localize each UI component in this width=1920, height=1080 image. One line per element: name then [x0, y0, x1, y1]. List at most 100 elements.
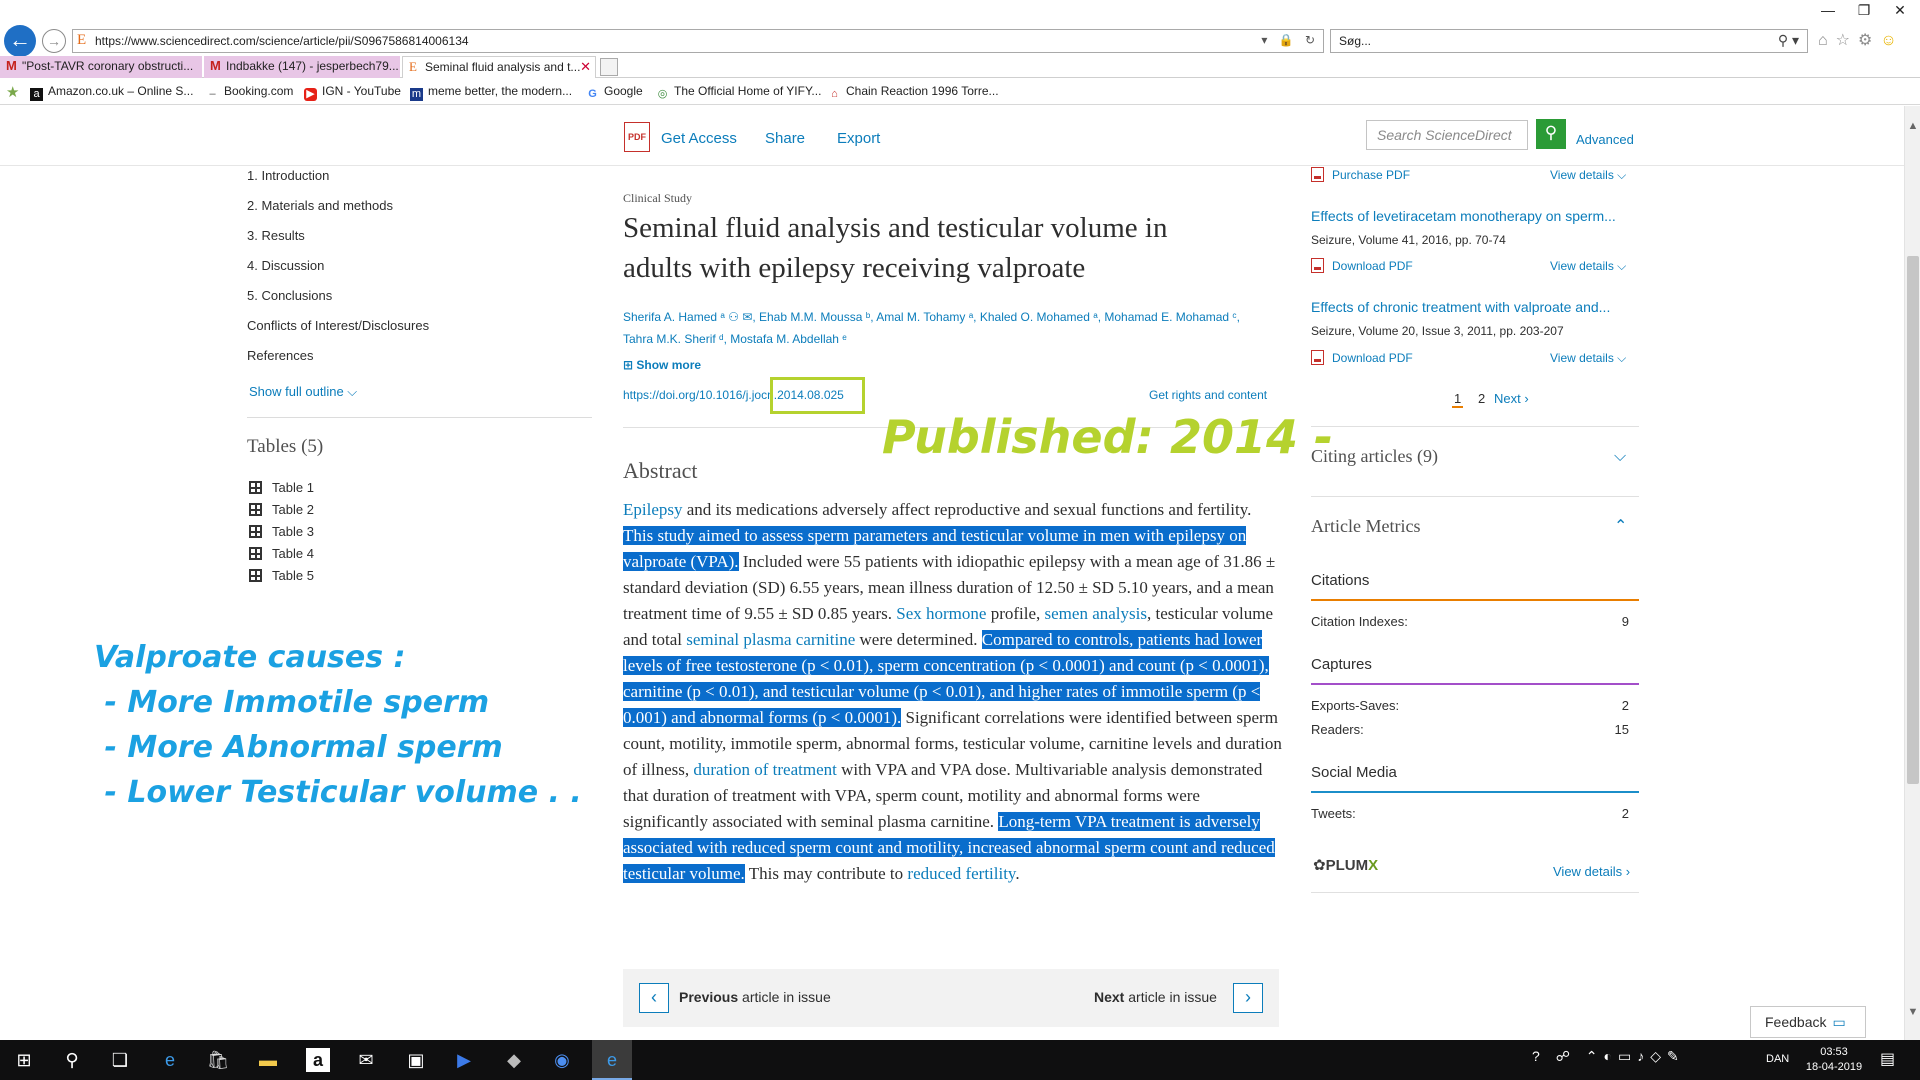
vertical-scrollbar[interactable]: ▲ ▼ — [1904, 106, 1920, 1040]
url-actions-icons[interactable]: ▾ 🔒 ↻ — [1261, 33, 1319, 47]
photos-icon[interactable]: ▣ — [404, 1048, 428, 1072]
favorite-google[interactable]: G Google — [586, 84, 642, 101]
favorite-chain-reaction[interactable]: ⌂ Chain Reaction 1996 Torre... — [828, 84, 998, 101]
outline-discussion[interactable]: 4. Discussion — [247, 258, 324, 273]
task-view-icon[interactable]: ❏ — [108, 1048, 132, 1072]
show-more-link[interactable]: ⊞ Show more — [623, 358, 701, 372]
view-details-link[interactable]: View details ⌵ — [1550, 259, 1626, 274]
mail-icon[interactable]: ✉ — [354, 1048, 378, 1072]
sex-hormone-link[interactable]: Sex hormone — [896, 604, 986, 623]
outline-results[interactable]: 3. Results — [247, 228, 305, 243]
epilepsy-link[interactable]: Epilepsy — [623, 500, 683, 519]
authors-line-1[interactable]: Sherifa A. Hamed ᵃ ⚇ ✉, Ehab M.M. Moussa… — [623, 306, 1283, 328]
outline-conclusions[interactable]: 5. Conclusions — [247, 288, 332, 303]
previous-article-label[interactable]: Previous article in issue — [679, 989, 831, 1005]
people-icon[interactable]: ☍ — [1556, 1048, 1576, 1064]
search-icon[interactable]: ⚲ — [60, 1048, 84, 1072]
search-sciencedirect-input[interactable]: Search ScienceDirect — [1366, 120, 1528, 150]
pdf-icon[interactable]: PDF — [624, 122, 650, 152]
battery-icon[interactable]: ▭ — [1618, 1048, 1637, 1064]
show-full-outline-link[interactable]: Show full outline ⌵ — [249, 384, 357, 400]
favorite-booking[interactable]: – Booking.com — [206, 84, 293, 101]
network-icon[interactable]: ◐ — [1604, 1048, 1618, 1064]
new-tab-button[interactable] — [600, 58, 618, 76]
table-link-4[interactable]: Table 4 — [249, 546, 314, 561]
chevron-up-icon[interactable]: ⌃ — [1614, 516, 1627, 536]
table-link-5[interactable]: Table 5 — [249, 568, 314, 583]
next-article-button[interactable]: › — [1233, 983, 1263, 1013]
add-favorite-icon[interactable]: ★ — [6, 83, 19, 101]
close-tab-icon[interactable]: ✕ — [580, 59, 591, 75]
previous-article-button[interactable]: ‹ — [639, 983, 669, 1013]
recommended-article-title[interactable]: Effects of levetiracetam monotherapy on … — [1311, 208, 1616, 224]
plumx-view-details-link[interactable]: View details › — [1553, 864, 1630, 879]
internet-explorer-icon[interactable]: e — [600, 1048, 624, 1072]
minimize-icon[interactable]: — — [1810, 2, 1846, 18]
app-icon[interactable]: ◆ — [502, 1048, 526, 1072]
outline-introduction[interactable]: 1. Introduction — [247, 168, 329, 183]
dropbox-icon[interactable]: ◇ — [1650, 1048, 1667, 1064]
page-1-button[interactable]: 1 — [1452, 391, 1464, 408]
windows-start-icon[interactable]: ⊞ — [12, 1048, 36, 1072]
favorite-yify[interactable]: ◎ The Official Home of YIFY... — [656, 84, 822, 101]
tab-inbox[interactable]: M Indbakke (147) - jesperbech79... — [204, 56, 400, 78]
close-window-icon[interactable]: ✕ — [1882, 2, 1918, 19]
chevron-down-icon[interactable]: ⌵ — [1614, 448, 1626, 466]
favorite-ign[interactable]: ▶ IGN - YouTube — [304, 84, 401, 101]
favorite-meme[interactable]: m meme better, the modern... — [410, 84, 572, 101]
search-icon[interactable]: ⚲ ▾ — [1778, 32, 1799, 49]
url-field[interactable]: E https://www.sciencedirect.com/science/… — [72, 29, 1324, 53]
input-language[interactable]: DAN — [1766, 1053, 1789, 1065]
recommended-article-title[interactable]: Effects of chronic treatment with valpro… — [1311, 299, 1610, 315]
help-icon[interactable]: ? — [1532, 1048, 1546, 1064]
outline-conflicts[interactable]: Conflicts of Interest/Disclosures — [247, 318, 429, 333]
back-button[interactable]: ← — [4, 25, 36, 57]
authors-line-2[interactable]: Tahra M.K. Sherif ᵈ, Mostafa M. Abdellah… — [623, 328, 1283, 350]
next-page-button[interactable]: Next › — [1494, 391, 1529, 406]
smiley-icon[interactable]: ☺ — [1880, 32, 1904, 49]
article-metrics-heading[interactable]: Article Metrics — [1311, 516, 1420, 537]
system-tray[interactable]: ? ☍ ⌃◐▭♪◇✎ — [1532, 1048, 1685, 1065]
restore-icon[interactable]: ❐ — [1846, 2, 1882, 19]
chrome-icon[interactable]: ◉ — [550, 1048, 574, 1072]
camera-icon[interactable]: ▶ — [452, 1048, 476, 1072]
purchase-pdf-link[interactable]: Purchase PDF — [1311, 167, 1410, 182]
feedback-button[interactable]: Feedback ▭ — [1750, 1006, 1866, 1038]
get-rights-link[interactable]: Get rights and content — [1149, 388, 1267, 402]
get-access-link[interactable]: Get Access — [661, 130, 737, 147]
favorites-star-icon[interactable]: ☆ — [1836, 32, 1858, 49]
favorite-amazon[interactable]: a Amazon.co.uk – Online S... — [30, 84, 193, 101]
citing-articles-heading[interactable]: Citing articles (9) — [1311, 446, 1438, 467]
table-link-3[interactable]: Table 3 — [249, 524, 314, 539]
view-details-link[interactable]: View details ⌵ — [1550, 168, 1626, 183]
store-icon[interactable]: 🛍 — [206, 1048, 230, 1072]
advanced-search-link[interactable]: Advanced — [1576, 132, 1634, 147]
pen-icon[interactable]: ✎ — [1667, 1048, 1685, 1064]
outline-materials-methods[interactable]: 2. Materials and methods — [247, 198, 393, 213]
amazon-icon[interactable]: a — [306, 1048, 330, 1072]
tab-seminal-fluid[interactable]: E Seminal fluid analysis and t... ✕ — [402, 56, 596, 78]
semen-analysis-link[interactable]: semen analysis — [1045, 604, 1147, 623]
download-pdf-link[interactable]: Download PDF — [1311, 258, 1413, 273]
home-icon[interactable]: ⌂ — [1818, 32, 1836, 49]
download-pdf-link[interactable]: Download PDF — [1311, 350, 1413, 365]
scroll-down-icon[interactable]: ▼ — [1905, 1006, 1920, 1018]
page-2-button[interactable]: 2 — [1478, 391, 1485, 406]
table-link-1[interactable]: Table 1 — [249, 480, 314, 495]
clock[interactable]: 03:53 18-04-2019 — [1804, 1045, 1864, 1075]
duration-of-treatment-link[interactable]: duration of treatment — [693, 760, 837, 779]
next-article-label[interactable]: Next article in issue — [1094, 989, 1217, 1005]
internet-explorer-icon[interactable]: e — [158, 1048, 182, 1072]
settings-gear-icon[interactable]: ⚙ — [1858, 32, 1880, 49]
forward-button[interactable]: → — [42, 29, 66, 53]
view-details-link[interactable]: View details ⌵ — [1550, 351, 1626, 366]
volume-icon[interactable]: ♪ — [1637, 1048, 1650, 1064]
search-button[interactable]: ⚲ — [1536, 119, 1566, 149]
outline-references[interactable]: References — [247, 348, 313, 363]
scroll-up-icon[interactable]: ▲ — [1905, 120, 1920, 132]
table-link-2[interactable]: Table 2 — [249, 502, 314, 517]
chevron-up-icon[interactable]: ⌃ — [1586, 1048, 1604, 1064]
notification-icon[interactable]: ▤ — [1880, 1049, 1895, 1069]
reduced-fertility-link[interactable]: reduced fertility — [907, 864, 1015, 883]
export-link[interactable]: Export — [837, 130, 880, 147]
